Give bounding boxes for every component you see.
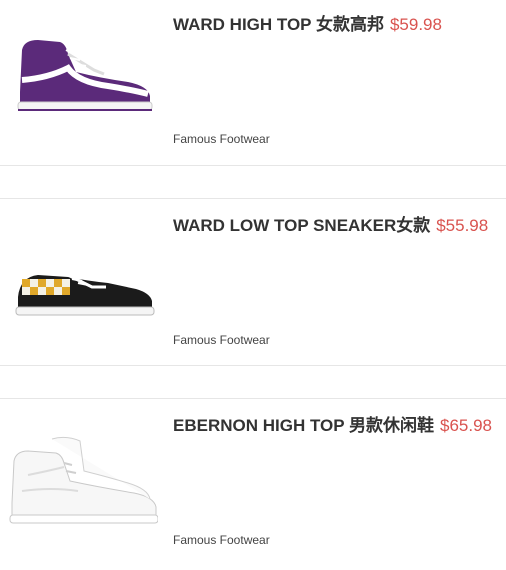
product-image[interactable] xyxy=(8,20,158,130)
store-name: Famous Footwear xyxy=(173,132,270,146)
product-title[interactable]: WARD LOW TOP SNEAKER女款 xyxy=(173,216,430,235)
product-card[interactable]: WARD HIGH TOP 女款高邦 $59.98 Famous Footwear xyxy=(0,0,506,166)
store-name: Famous Footwear xyxy=(173,333,270,347)
product-title[interactable]: EBERNON HIGH TOP 男款休闲鞋 xyxy=(173,416,434,435)
product-price: $65.98 xyxy=(440,416,493,435)
checkered-low-top-sneaker-icon xyxy=(15,273,155,316)
product-image[interactable] xyxy=(8,421,158,531)
product-price: $55.98 xyxy=(436,216,489,235)
product-title[interactable]: WARD HIGH TOP 女款高邦 xyxy=(173,15,384,34)
product-card[interactable]: EBERNON HIGH TOP 男款休闲鞋 $65.98 Famous Foot… xyxy=(0,398,506,570)
purple-high-top-sneaker-icon xyxy=(17,40,153,111)
product-list: WARD HIGH TOP 女款高邦 $59.98 Famous Footwear xyxy=(0,0,506,570)
store-name: Famous Footwear xyxy=(173,533,270,547)
product-price: $59.98 xyxy=(389,15,442,34)
product-card[interactable]: WARD LOW TOP SNEAKER女款 $55.98 Famous Foot… xyxy=(0,198,506,366)
white-high-top-sneaker-icon xyxy=(9,436,158,524)
product-image[interactable] xyxy=(8,221,158,331)
